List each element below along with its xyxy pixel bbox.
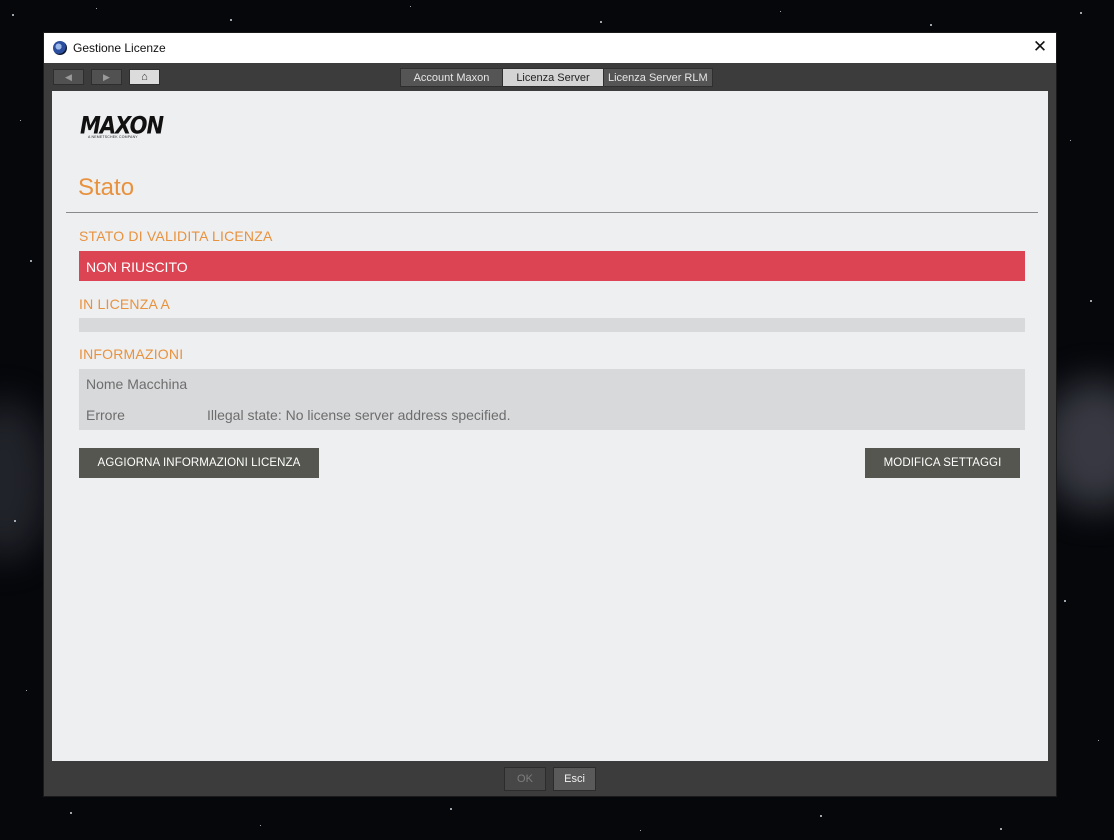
status-text: NON RIUSCITO — [86, 259, 188, 275]
info-key-machine-name: Nome Macchina — [86, 376, 188, 392]
cinema4d-app-icon — [53, 41, 67, 55]
info-key-error: Errore — [86, 407, 125, 423]
licensee-value — [79, 318, 1025, 332]
title-bar: Gestione Licenze ✕ — [44, 33, 1056, 63]
footer-bar: OK Esci — [44, 761, 1056, 796]
tab-licenza-server[interactable]: Licenza Server — [502, 68, 604, 87]
licensee-section-label: IN LICENZA A — [79, 296, 171, 312]
forward-arrow-icon: ▶ — [103, 72, 110, 82]
license-manager-window: Gestione Licenze ✕ ◀ ▶ ⌂ Account Maxon L… — [44, 33, 1056, 796]
tab-licenza-server-rlm[interactable]: Licenza Server RLM — [603, 68, 713, 87]
tab-account-maxon[interactable]: Account Maxon — [400, 68, 503, 87]
toolbar: ◀ ▶ ⌂ Account Maxon Licenza Server Licen… — [44, 63, 1056, 91]
info-table: Nome Macchina Errore Illegal state: No l… — [79, 369, 1025, 430]
maxon-logo: MAXON A NEMETSCHEK COMPANY — [80, 111, 164, 143]
tab-bar: Account Maxon Licenza Server Licenza Ser… — [400, 68, 713, 87]
validity-section-label: STATO DI VALIDITA LICENZA — [79, 228, 273, 244]
ok-button[interactable]: OK — [504, 767, 546, 791]
exit-button[interactable]: Esci — [553, 767, 596, 791]
status-badge: NON RIUSCITO — [79, 251, 1025, 281]
info-value-error: Illegal state: No license server address… — [207, 407, 511, 423]
info-section-label: INFORMAZIONI — [79, 346, 184, 362]
refresh-license-button[interactable]: AGGIORNA INFORMAZIONI LICENZA — [79, 448, 319, 478]
modify-settings-button[interactable]: MODIFICA SETTAGGI — [865, 448, 1020, 478]
divider — [66, 212, 1038, 213]
page-title: Stato — [78, 174, 135, 201]
back-button[interactable]: ◀ — [53, 69, 84, 85]
window-title: Gestione Licenze — [73, 41, 166, 55]
home-icon: ⌂ — [141, 71, 148, 83]
home-button[interactable]: ⌂ — [129, 69, 160, 85]
back-arrow-icon: ◀ — [65, 72, 72, 82]
close-button[interactable]: ✕ — [1024, 33, 1056, 63]
logo-wordmark: MAXON — [80, 111, 164, 140]
forward-button[interactable]: ▶ — [91, 69, 122, 85]
main-panel: MAXON A NEMETSCHEK COMPANY Stato STATO D… — [52, 91, 1048, 761]
